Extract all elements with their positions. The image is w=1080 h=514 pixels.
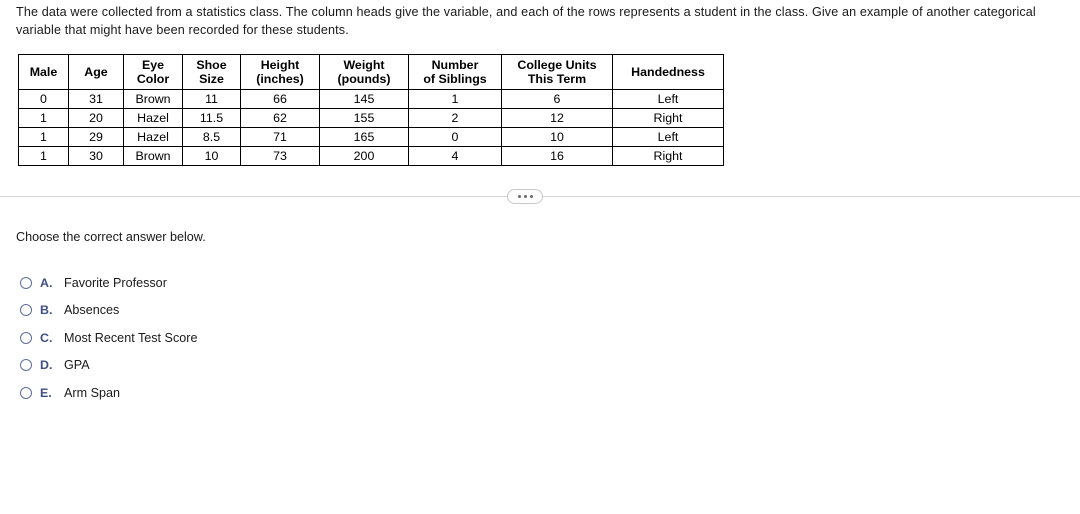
cell-siblings: 1	[408, 89, 502, 109]
header-line: (inches)	[256, 72, 304, 86]
cell-handedness: Left	[612, 127, 724, 147]
header-line: Age	[84, 64, 108, 79]
cell-eye-color: Hazel	[123, 108, 183, 128]
answer-option-e[interactable]: E. Arm Span	[20, 379, 197, 407]
cell-handedness: Left	[612, 89, 724, 109]
column-header-eye-color: Eye Color	[123, 54, 183, 90]
column-header-shoe-size: Shoe Size	[182, 54, 241, 90]
cell-college-units: 10	[501, 127, 613, 147]
radio-button-icon[interactable]	[20, 276, 32, 289]
cell-eye-color: Brown	[123, 146, 183, 166]
header-line: Weight	[343, 57, 385, 72]
option-letter: B.	[40, 303, 53, 318]
radio-button-icon[interactable]	[20, 386, 32, 399]
option-label: Absences	[64, 303, 120, 318]
cell-shoe-size: 8.5	[182, 127, 241, 147]
cell-male: 1	[18, 108, 69, 128]
radio-button-icon[interactable]	[20, 331, 32, 344]
table-header-row: Male Age Eye Color Shoe Size Height (inc…	[18, 54, 724, 90]
option-label: GPA	[64, 358, 90, 373]
cell-male: 0	[18, 89, 69, 109]
cell-siblings: 2	[408, 108, 502, 128]
cell-age: 29	[68, 127, 124, 147]
cell-weight: 145	[319, 89, 409, 109]
option-label: Most Recent Test Score	[64, 330, 198, 345]
cell-college-units: 12	[501, 108, 613, 128]
option-letter: C.	[40, 330, 53, 345]
cell-weight: 155	[319, 108, 409, 128]
header-line: Shoe	[196, 57, 227, 72]
header-line: (pounds)	[337, 72, 391, 86]
option-letter: D.	[40, 358, 53, 373]
cell-age: 20	[68, 108, 124, 128]
ellipsis-dot	[517, 195, 521, 198]
cell-height: 71	[240, 127, 320, 147]
radio-button-icon[interactable]	[20, 359, 32, 372]
header-line: Size	[199, 72, 224, 86]
header-line: Number	[431, 57, 479, 72]
table-row: 1 20 Hazel 11.5 62 155 2 12 Right	[18, 108, 724, 128]
cell-age: 30	[68, 146, 124, 166]
cell-height: 62	[240, 108, 320, 128]
ellipsis-icon[interactable]	[507, 189, 543, 204]
answer-option-a[interactable]: A. Favorite Professor	[20, 269, 197, 297]
cell-age: 31	[68, 89, 124, 109]
cell-eye-color: Brown	[123, 89, 183, 109]
cell-weight: 165	[319, 127, 409, 147]
header-line: This Term	[527, 72, 587, 86]
answer-option-d[interactable]: D. GPA	[20, 352, 197, 380]
answer-option-b[interactable]: B. Absences	[20, 297, 197, 325]
cell-handedness: Right	[612, 146, 724, 166]
answer-option-c[interactable]: C. Most Recent Test Score	[20, 324, 197, 352]
header-line: Color	[136, 72, 170, 86]
cell-eye-color: Hazel	[123, 127, 183, 147]
header-line: of Siblings	[423, 72, 487, 86]
column-header-college-units-this-term: College Units This Term	[501, 54, 613, 90]
table-row: 1 29 Hazel 8.5 71 165 0 10 Left	[18, 127, 724, 147]
cell-male: 1	[18, 127, 69, 147]
column-header-male: Male	[18, 54, 69, 90]
choose-answer-instruction: Choose the correct answer below.	[16, 230, 206, 244]
option-letter: E.	[40, 385, 52, 400]
table-row: 0 31 Brown 11 66 145 1 6 Left	[18, 89, 724, 109]
cell-siblings: 0	[408, 127, 502, 147]
cell-siblings: 4	[408, 146, 502, 166]
column-header-height: Height (inches)	[240, 54, 320, 90]
question-prompt: The data were collected from a statistic…	[16, 5, 1036, 37]
cell-handedness: Right	[612, 108, 724, 128]
header-line: Eye	[141, 57, 165, 72]
cell-height: 73	[240, 146, 320, 166]
column-header-age: Age	[68, 54, 124, 90]
student-data-table: Male Age Eye Color Shoe Size Height (inc…	[18, 54, 724, 166]
header-line: Handedness	[631, 64, 705, 79]
column-header-weight: Weight (pounds)	[319, 54, 409, 90]
column-header-number-of-siblings: Number of Siblings	[408, 54, 502, 90]
radio-button-icon[interactable]	[20, 304, 32, 317]
cell-shoe-size: 10	[182, 146, 241, 166]
ellipsis-dot	[523, 195, 527, 198]
header-line: Male	[29, 64, 58, 79]
option-label: Favorite Professor	[64, 275, 167, 290]
answer-options-group: A. Favorite Professor B. Absences C. Mos…	[20, 269, 197, 407]
ellipsis-dot	[529, 195, 533, 198]
table-row: 1 30 Brown 10 73 200 4 16 Right	[18, 146, 724, 166]
option-letter: A.	[40, 275, 53, 290]
data-table-container: Male Age Eye Color Shoe Size Height (inc…	[18, 54, 724, 166]
header-line: College Units	[517, 57, 597, 72]
header-line: Height	[260, 57, 300, 72]
column-header-handedness: Handedness	[612, 54, 724, 90]
cell-college-units: 16	[501, 146, 613, 166]
cell-weight: 200	[319, 146, 409, 166]
cell-male: 1	[18, 146, 69, 166]
cell-shoe-size: 11.5	[182, 108, 241, 128]
cell-college-units: 6	[501, 89, 613, 109]
option-label: Arm Span	[64, 385, 120, 400]
cell-shoe-size: 11	[182, 89, 241, 109]
cell-height: 66	[240, 89, 320, 109]
